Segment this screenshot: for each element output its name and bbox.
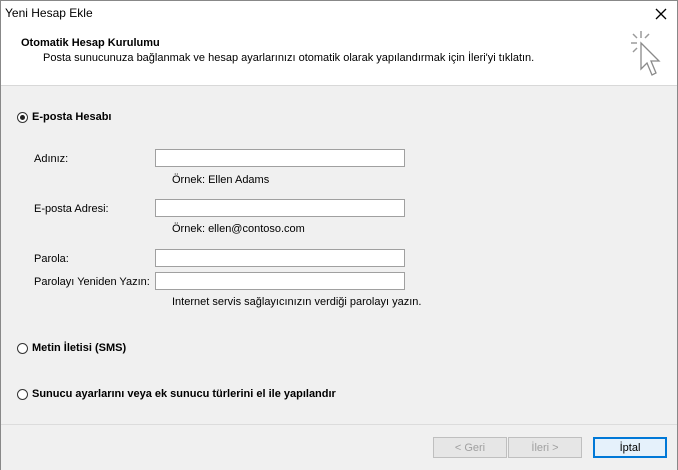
email-input[interactable] xyxy=(155,199,405,217)
password-label: Parola: xyxy=(34,253,69,265)
email-account-radio[interactable] xyxy=(17,111,28,123)
cancel-button[interactable]: İptal xyxy=(593,437,667,458)
password-confirm-input[interactable] xyxy=(155,272,405,290)
header-title: Otomatik Hesap Kurulumu xyxy=(21,37,160,49)
sms-label: Metin İletisi (SMS) xyxy=(32,342,127,354)
password-hint: Internet servis sağlayıcınızın verdiği p… xyxy=(172,296,422,308)
manual-setup-option[interactable]: Sunucu ayarlarını veya ek sunucu türleri… xyxy=(17,388,336,400)
email-hint: Örnek: ellen@contoso.com xyxy=(172,223,305,235)
wizard-content: E-posta Hesabı Adınız: Örnek: Ellen Adam… xyxy=(1,86,677,424)
email-label: E-posta Adresi: xyxy=(34,203,109,215)
add-account-dialog: Yeni Hesap Ekle Otomatik Hesap Kurulumu … xyxy=(0,0,678,470)
next-button[interactable]: İleri > xyxy=(508,437,582,458)
email-account-option[interactable]: E-posta Hesabı xyxy=(17,111,111,123)
close-icon xyxy=(655,4,667,25)
password-input[interactable] xyxy=(155,249,405,267)
back-button[interactable]: < Geri xyxy=(433,437,507,458)
header-subtitle: Posta sunucunuza bağlanmak ve hesap ayar… xyxy=(43,52,535,64)
title-bar: Yeni Hesap Ekle xyxy=(1,1,677,27)
close-button[interactable] xyxy=(645,1,677,27)
wizard-footer: < Geri İleri > İptal xyxy=(1,424,677,470)
manual-setup-label: Sunucu ayarlarını veya ek sunucu türleri… xyxy=(32,388,336,400)
window-title: Yeni Hesap Ekle xyxy=(5,6,93,20)
name-hint: Örnek: Ellen Adams xyxy=(172,174,270,186)
manual-setup-radio[interactable] xyxy=(17,388,28,400)
wizard-header: Otomatik Hesap Kurulumu Posta sunucunuza… xyxy=(1,27,677,86)
password-confirm-label: Parolayı Yeniden Yazın: xyxy=(34,276,150,288)
sms-option[interactable]: Metin İletisi (SMS) xyxy=(17,342,126,354)
name-label: Adınız: xyxy=(34,153,69,165)
sms-radio[interactable] xyxy=(17,342,28,354)
name-input[interactable] xyxy=(155,149,405,167)
email-account-label: E-posta Hesabı xyxy=(32,111,112,123)
cursor-sparkle-icon xyxy=(627,29,667,81)
